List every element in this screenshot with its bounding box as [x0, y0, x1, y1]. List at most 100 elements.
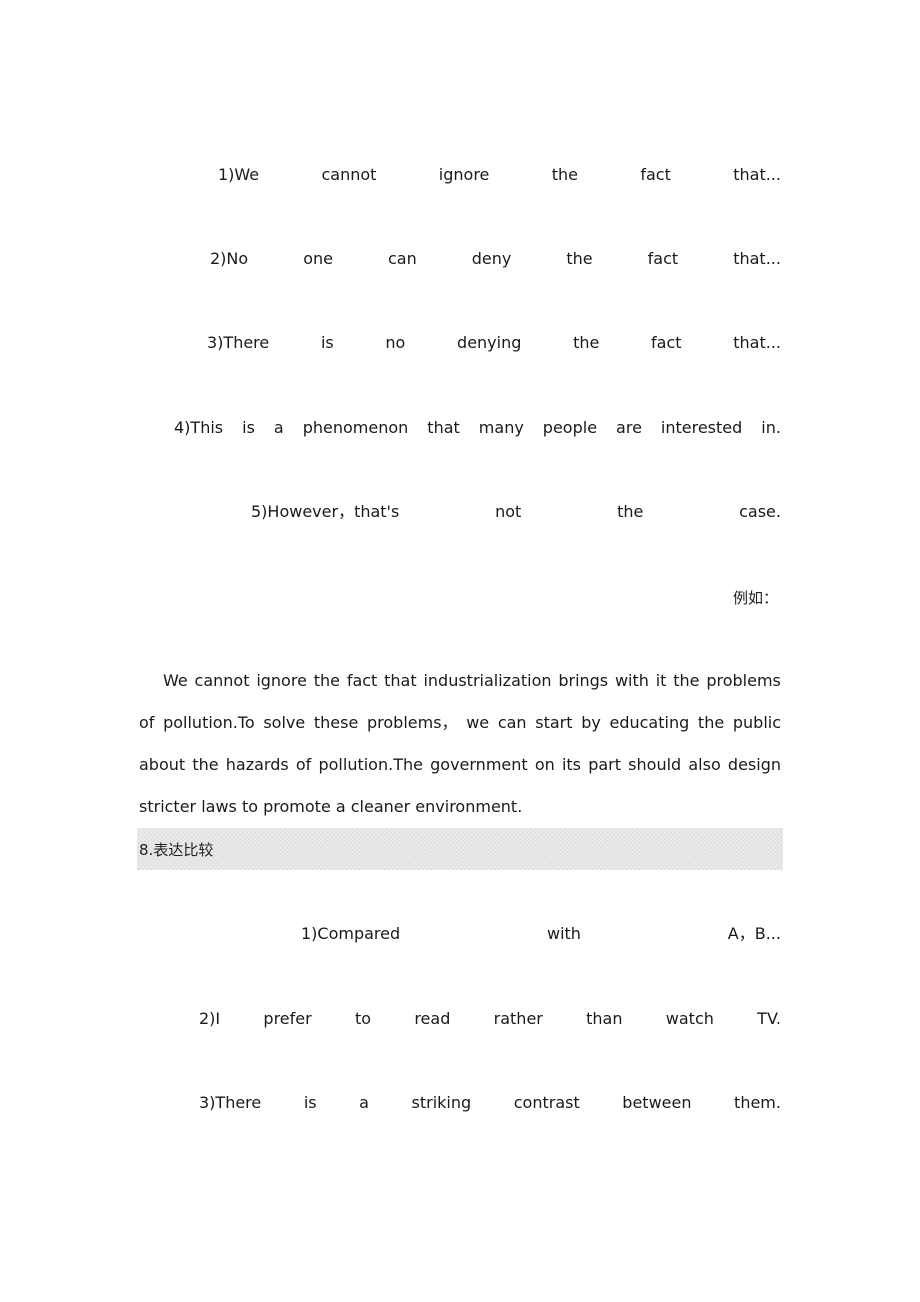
paragraph-word: pollution.The	[318, 755, 423, 774]
phrase-word: that...	[733, 165, 781, 184]
paragraph-word: public	[732, 713, 781, 732]
example-label: 例如：	[733, 589, 779, 607]
paragraph-word: problems，	[367, 713, 458, 732]
phrase-word: are	[616, 418, 642, 437]
phrase-word: fact	[647, 249, 679, 268]
paragraph-word: we	[466, 713, 490, 732]
phrase-word: watch	[665, 1009, 714, 1028]
phrase-word: the	[566, 249, 593, 268]
paragraph-word: also	[688, 755, 721, 774]
phrase-word: one	[303, 249, 333, 268]
phrase-word: that	[427, 418, 460, 437]
paragraph-word: by	[581, 713, 601, 732]
paragraph-word: brings	[558, 671, 609, 690]
paragraph-word: part	[588, 755, 621, 774]
phrase-word: case.	[739, 502, 781, 521]
phrase-word: a	[273, 418, 284, 437]
paragraph-word: the	[697, 713, 725, 732]
phrase-word: 5)However，that's	[251, 502, 400, 521]
paragraph-word: pollution.To	[163, 713, 255, 732]
phrase-word: than	[586, 1009, 623, 1028]
phrase-word: read	[414, 1009, 451, 1028]
paragraph-word: government	[430, 755, 528, 774]
phrase-word: that...	[733, 333, 781, 352]
phrase-word: fact	[651, 333, 682, 352]
paragraph-word: should	[628, 755, 682, 774]
paragraph-line: of pollution.To solve these problems， we can st…	[139, 702, 781, 744]
paragraph-word: on	[534, 755, 555, 774]
phrase-word: is	[303, 1093, 317, 1112]
phrase-line: 1)We cannot ignore the fact that...	[218, 165, 781, 185]
paragraph-word: the	[673, 671, 700, 690]
section-number: 8.	[139, 841, 154, 859]
phrase-line: 4)This is a phenomenon that many people are inte…	[174, 418, 781, 438]
paragraph-word: with	[614, 671, 649, 690]
paragraph-word: the	[192, 755, 219, 774]
phrase-word: cannot	[321, 165, 377, 184]
phrase-word: 3)There	[207, 333, 270, 352]
phrase-line: 5)However，that's not the case.	[251, 502, 781, 522]
phrase-word: 4)This	[174, 418, 224, 437]
paragraph-word: the	[313, 671, 340, 690]
section-heading: 8.表达比较	[139, 839, 213, 860]
paragraph-word: ignore	[256, 671, 307, 690]
phrase-word: not	[495, 502, 522, 521]
paragraph-word: cannot	[194, 671, 250, 690]
paragraph-word: educating	[609, 713, 690, 732]
phrase-word: a	[359, 1093, 369, 1112]
phrase-word: TV.	[757, 1009, 781, 1028]
paragraph-line: about the hazards of pollution.The government…	[139, 744, 781, 786]
phrase-word: 2)No	[210, 249, 249, 268]
phrase-word: 1)Compared	[301, 924, 401, 943]
document-page: 1)We cannot ignore the fact that... 2)No one ca…	[0, 0, 920, 1302]
phrase-word: the	[573, 333, 600, 352]
paragraph-word: these	[313, 713, 359, 732]
paragraph-word: that	[384, 671, 417, 690]
phrase-word: 1)We	[218, 165, 260, 184]
paragraph-line: We cannot ignore the fact that industrializati…	[139, 660, 781, 702]
phrase-word: people	[542, 418, 598, 437]
phrase-word: between	[622, 1093, 692, 1112]
phrase-line: 2)I prefer to read rather than watch TV.	[199, 1009, 781, 1029]
phrase-word: prefer	[263, 1009, 312, 1028]
section-title: 表达比较	[153, 841, 214, 859]
phrase-word: rather	[493, 1009, 543, 1028]
phrase-word: many	[478, 418, 524, 437]
phrase-word: striking	[411, 1093, 472, 1112]
paragraph-word: hazards	[225, 755, 289, 774]
phrase-word: denying	[457, 333, 522, 352]
phrase-word: interested	[660, 418, 743, 437]
phrase-word: contrast	[513, 1093, 580, 1112]
phrase-word: is	[320, 333, 334, 352]
phrase-word: ignore	[438, 165, 490, 184]
phrase-word: that...	[733, 249, 781, 268]
phrase-word: 3)There	[199, 1093, 262, 1112]
paragraph-word: problems	[706, 671, 781, 690]
paragraph-word: of	[295, 755, 312, 774]
paragraph-word: design	[727, 755, 781, 774]
example-paragraph: We cannot ignore the fact that industrializati…	[139, 660, 781, 828]
paragraph-word: of	[139, 713, 155, 732]
phrase-word: fact	[640, 165, 671, 184]
paragraph-word: about	[139, 755, 186, 774]
phrase-line: 3)There is no denying the fact that...	[207, 333, 781, 353]
paragraph-word: fact	[346, 671, 378, 690]
phrase-word: the	[617, 502, 644, 521]
phrase-line: 3)There is a striking contrast between them.	[199, 1093, 781, 1113]
paragraph-word: it	[655, 671, 667, 690]
phrase-line: 1)Compared with A，B...	[301, 924, 781, 944]
paragraph-word: its	[561, 755, 582, 774]
phrase-word: is	[242, 418, 255, 437]
paragraph-word: start	[535, 713, 573, 732]
phrase-word: deny	[471, 249, 512, 268]
paragraph-word: industrialization	[423, 671, 552, 690]
phrase-word: no	[385, 333, 406, 352]
phrase-word: the	[551, 165, 579, 184]
paragraph-word: can	[497, 713, 527, 732]
paragraph-word: We	[163, 671, 188, 690]
paragraph-line: stricter laws to promote a cleaner envir…	[139, 797, 523, 816]
phrase-line: 2)No one can deny the fact that...	[210, 249, 781, 269]
phrase-word: in.	[761, 418, 781, 437]
phrase-word: phenomenon	[302, 418, 409, 437]
phrase-word: to	[354, 1009, 372, 1028]
